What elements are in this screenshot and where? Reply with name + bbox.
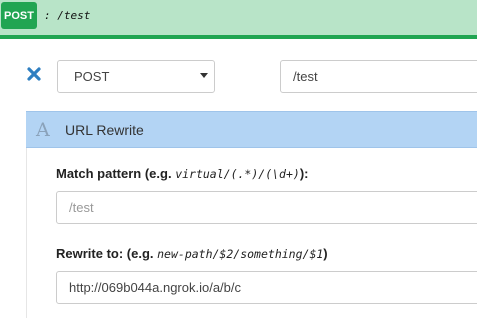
match-pattern-example-suffix: ): xyxy=(299,166,309,181)
rewrite-to-example-prefix: (e.g. xyxy=(123,246,158,261)
url-rewrite-header[interactable]: A URL Rewrite xyxy=(26,111,477,148)
method-select-value: POST xyxy=(74,69,110,84)
method-badge: POST xyxy=(1,2,37,29)
match-pattern-example-code: virtual/(.*)/(\d+) xyxy=(175,167,300,181)
method-select[interactable]: POST xyxy=(57,60,215,93)
section-title: URL Rewrite xyxy=(65,121,144,138)
rewrite-to-label-text: Rewrite to: xyxy=(56,246,124,261)
caret-down-icon xyxy=(200,73,208,78)
match-pattern-label: Match pattern (e.g. virtual/(.*)/(\d+)): xyxy=(56,166,308,181)
request-path-label: : /test xyxy=(44,9,91,22)
match-pattern-example-prefix: (e.g. xyxy=(141,166,176,181)
match-pattern-label-text: Match pattern xyxy=(56,166,142,181)
path-input[interactable] xyxy=(280,60,477,93)
rewrite-to-input[interactable] xyxy=(56,271,477,304)
request-header-divider xyxy=(0,35,477,39)
rewrite-to-example-code: new-path/$2/something/$1 xyxy=(157,247,324,261)
close-icon[interactable] xyxy=(24,64,44,84)
rewrite-to-label: Rewrite to: (e.g. new-path/$2/something/… xyxy=(56,246,328,261)
font-letter-icon: A xyxy=(36,118,50,141)
match-pattern-input[interactable] xyxy=(56,191,477,224)
rewrite-to-example-suffix: ) xyxy=(323,246,328,261)
